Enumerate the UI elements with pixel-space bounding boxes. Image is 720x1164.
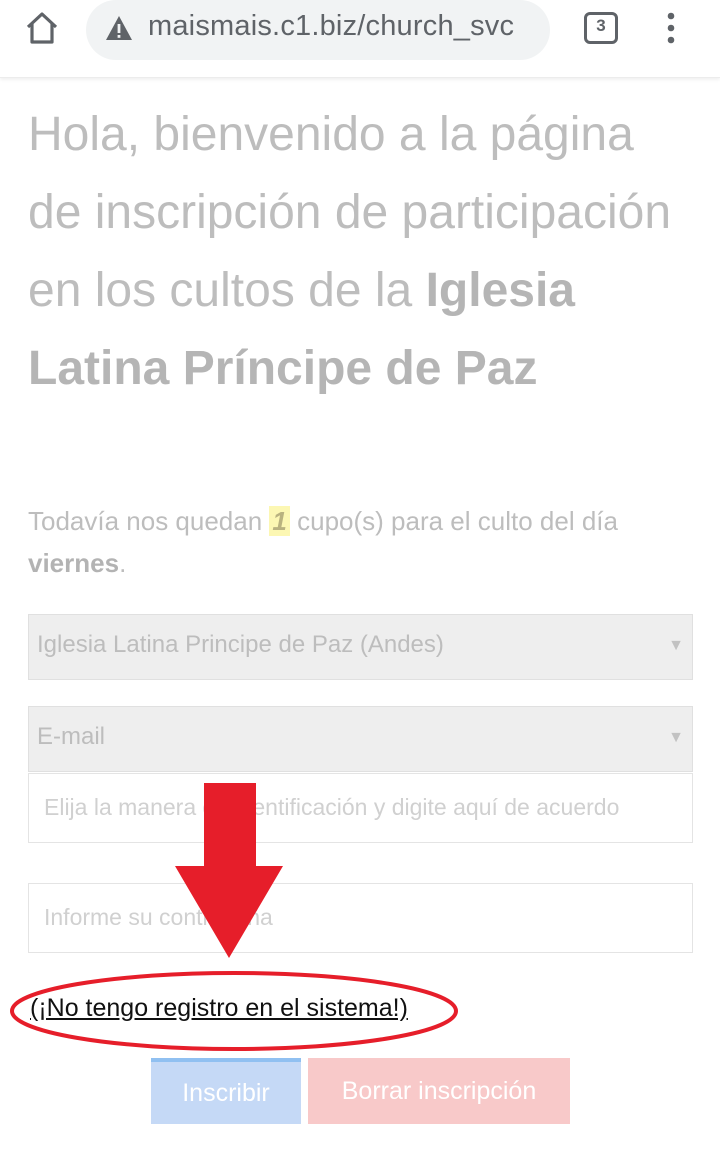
more-menu-icon[interactable] — [660, 10, 682, 46]
url-text[interactable]: maismais.c1.biz/church_svc — [148, 10, 544, 48]
home-icon[interactable] — [22, 8, 62, 48]
identification-placeholder: Elija la manera de identificación y digi… — [44, 794, 620, 820]
page-title: Hola, bienvenido a la página de inscripc… — [28, 96, 700, 408]
id-type-select[interactable]: E-mail ▼ — [28, 706, 693, 772]
availability-middle: cupo(s) para el culto del día — [289, 506, 618, 536]
availability-prefix: Todavía nos quedan — [28, 506, 270, 536]
delete-registration-button[interactable]: Borrar inscripción — [308, 1058, 570, 1124]
church-select[interactable]: Iglesia Latina Principe de Paz (Andes) ▼ — [28, 614, 693, 680]
church-select-value: Iglesia Latina Principe de Paz (Andes) — [37, 631, 444, 658]
submit-button[interactable]: Inscribir — [151, 1058, 301, 1124]
service-day: viernes — [28, 548, 120, 578]
address-bar[interactable]: maismais.c1.biz/church_svc — [86, 0, 550, 60]
no-registration-link[interactable]: (¡No tengo registro en el sistema!) — [30, 994, 408, 1023]
tab-count: 3 — [596, 16, 606, 35]
warning-icon[interactable] — [104, 14, 134, 42]
dropdown-arrow-icon: ▼ — [668, 729, 684, 746]
availability-suffix: . — [119, 548, 127, 578]
available-slots-count: 1 — [269, 506, 290, 536]
availability-text: Todavía nos quedan 1 cupo(s) para el cul… — [28, 500, 700, 584]
tab-switcher-button[interactable]: 3 — [584, 12, 618, 44]
identification-input[interactable]: Elija la manera de identificación y digi… — [28, 773, 693, 843]
password-placeholder: Informe su contraseña — [44, 904, 273, 930]
browser-toolbar: maismais.c1.biz/church_svc 3 — [0, 0, 720, 78]
password-input[interactable]: Informe su contraseña — [28, 883, 693, 953]
id-type-select-value: E-mail — [37, 723, 106, 750]
dropdown-arrow-icon: ▼ — [668, 637, 684, 654]
